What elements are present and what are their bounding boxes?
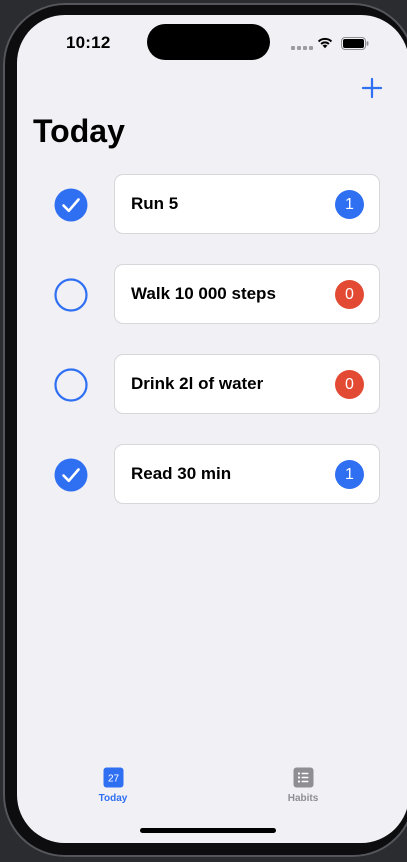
completion-checkbox[interactable] <box>54 458 88 492</box>
add-habit-button[interactable] <box>359 75 385 101</box>
device: 10:12 Today Run 5 1 Walk 10 000 steps 0 … <box>0 0 407 862</box>
habit-card[interactable]: Walk 10 000 steps 0 <box>114 264 380 324</box>
cellular-signal-icon <box>291 44 313 50</box>
habit-name: Walk 10 000 steps <box>131 284 276 303</box>
tab-today[interactable]: 27 Today <box>68 765 158 815</box>
tab-habits-label: Habits <box>287 793 319 804</box>
habit-name: Read 30 min <box>131 464 232 483</box>
habit-card[interactable]: Read 30 min 1 <box>114 444 380 504</box>
habit-card[interactable]: Drink 2l of water 0 <box>114 354 380 414</box>
checkbox-circle <box>54 368 88 402</box>
tab-today-label: Today <box>98 793 128 804</box>
habit-count-badge: 1 <box>335 460 364 489</box>
app-screen: 10:12 Today Run 5 1 Walk 10 000 steps 0 … <box>17 15 407 843</box>
list-icon <box>293 767 313 788</box>
completion-checkbox[interactable] <box>54 188 88 222</box>
completion-checkbox[interactable] <box>54 368 88 402</box>
wifi-icon <box>317 37 333 49</box>
battery-icon <box>341 37 369 50</box>
habit-count-badge: 0 <box>335 370 364 399</box>
habit-row: Walk 10 000 steps 0 <box>17 264 407 326</box>
habit-row: Run 5 1 <box>17 174 407 236</box>
page-title: Today <box>33 113 125 149</box>
checkbox-circle <box>54 188 88 222</box>
home-indicator[interactable] <box>140 828 276 833</box>
habit-count-badge: 0 <box>335 280 364 309</box>
habit-row: Read 30 min 1 <box>17 444 407 506</box>
plus-icon <box>361 77 383 99</box>
status-time: 10:12 <box>66 33 111 52</box>
calendar-day-number: 27 <box>107 774 119 785</box>
checkbox-circle <box>54 458 88 492</box>
habit-count-badge: 1 <box>335 190 364 219</box>
dynamic-island <box>147 24 270 60</box>
habit-name: Drink 2l of water <box>131 374 264 393</box>
checkbox-circle <box>54 278 88 312</box>
tab-habits[interactable]: Habits <box>258 765 348 815</box>
completion-checkbox[interactable] <box>54 278 88 312</box>
habit-row: Drink 2l of water 0 <box>17 354 407 416</box>
habit-name: Run 5 <box>131 194 179 213</box>
calendar-icon: 27 <box>103 767 123 788</box>
habit-card[interactable]: Run 5 1 <box>114 174 380 234</box>
tab-bar: 27 Today Habits <box>17 765 407 825</box>
